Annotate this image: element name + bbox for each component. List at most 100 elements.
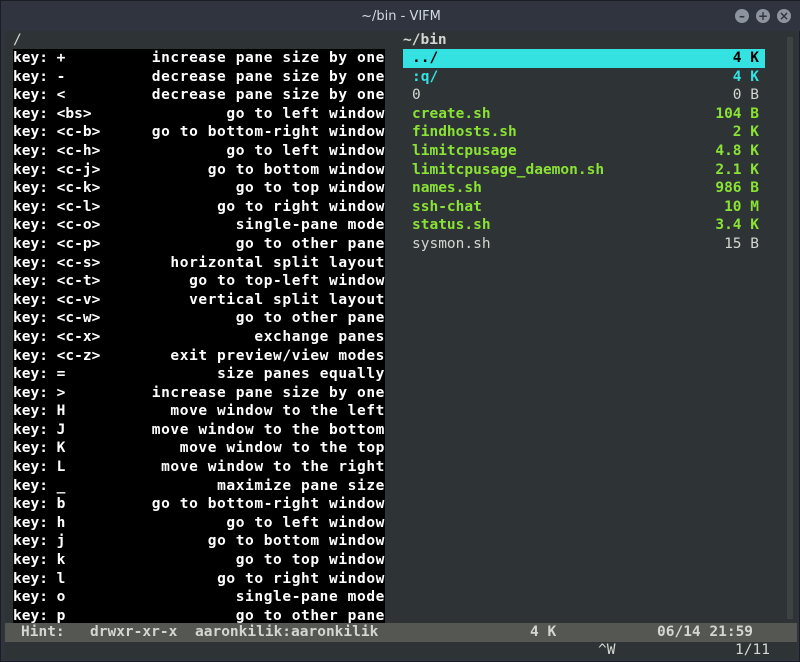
help-description: go to left window xyxy=(226,514,385,531)
help-description: exchange panes xyxy=(254,328,385,345)
help-line: key: J move window to the bottom xyxy=(13,421,385,440)
file-size: 4 K xyxy=(732,50,759,66)
help-key: key: = xyxy=(13,366,66,383)
help-key: key: p xyxy=(13,607,66,624)
help-key: key: <c-s> xyxy=(13,254,101,271)
file-size: 3.4 K xyxy=(715,217,759,234)
help-line: key: p go to other pane xyxy=(13,607,385,624)
help-key: key: - xyxy=(13,68,66,85)
help-description: go to top window xyxy=(235,180,385,197)
help-key: key: k xyxy=(13,552,66,569)
scrollbar[interactable] xyxy=(787,37,793,619)
help-line: key: <c-j> go to bottom window xyxy=(13,161,385,180)
file-size: 2 K xyxy=(732,124,759,141)
help-key: key: H xyxy=(13,403,66,420)
file-name: findhosts.sh xyxy=(412,124,517,141)
help-line: key: K move window to the top xyxy=(13,439,385,458)
help-description: maximize pane size xyxy=(217,477,385,494)
help-description: go to left window xyxy=(226,105,385,122)
file-size: 986 B xyxy=(715,180,759,197)
help-description: single-pane mode xyxy=(235,589,385,606)
help-line: key: <c-b> go to bottom-right window xyxy=(13,123,385,142)
help-key: key: <c-o> xyxy=(13,217,101,234)
file-name: sysmon.sh xyxy=(412,235,491,252)
help-description: exit preview/view modes xyxy=(170,347,385,364)
help-key: key: <c-t> xyxy=(13,273,101,290)
help-key: key: l xyxy=(13,570,66,587)
file-row[interactable]: limitcpusage 4.8 K xyxy=(403,142,765,161)
minimize-button[interactable]: – xyxy=(735,9,749,23)
help-key: key: <bs> xyxy=(13,105,92,122)
help-key: key: o xyxy=(13,589,66,606)
file-size: 4 K xyxy=(732,68,759,85)
help-line: key: k go to top window xyxy=(13,551,385,570)
close-button[interactable]: × xyxy=(777,9,791,23)
help-key: key: b xyxy=(13,496,66,513)
status-hint: Hint: xyxy=(21,624,65,640)
right-pane-path: ~/bin xyxy=(403,32,447,48)
command-line[interactable]: ^W 1/11 xyxy=(5,641,797,659)
maximize-button[interactable]: + xyxy=(756,9,770,23)
status-bar: Hint: drwxr-xr-x aaronkilik:aaronkilik 4… xyxy=(5,623,797,642)
file-name: :q/ xyxy=(412,68,439,85)
help-line: key: > increase pane size by one xyxy=(13,384,385,403)
help-description: horizontal split layout xyxy=(170,254,385,271)
file-name: names.sh xyxy=(412,180,482,197)
help-key: key: L xyxy=(13,459,66,476)
help-line: key: <c-p> go to other pane xyxy=(13,235,385,254)
status-datetime: 06/14 21:59 xyxy=(657,624,754,640)
pending-keys: ^W xyxy=(598,642,616,658)
status-owner: aaronkilik:aaronkilik xyxy=(195,624,379,640)
help-key: key: <c-k> xyxy=(13,180,101,197)
help-key: key: <c-p> xyxy=(13,235,101,252)
help-line: key: h go to left window xyxy=(13,514,385,533)
file-name: limitcpusage_daemon.sh xyxy=(412,161,605,178)
help-description: go to bottom window xyxy=(207,533,385,550)
help-description: go to other pane xyxy=(235,607,385,624)
file-name: limitcpusage xyxy=(412,142,517,159)
file-row[interactable]: sysmon.sh 15 B xyxy=(403,235,765,254)
file-row-selected[interactable]: ../ 4 K xyxy=(403,49,765,68)
file-row[interactable]: 0 0 B xyxy=(403,86,765,105)
help-key: key: <c-v> xyxy=(13,291,101,308)
help-key: key: <c-h> xyxy=(13,142,101,159)
left-pane-help-view[interactable]: key: + increase pane size by one key: - dec… xyxy=(13,49,385,624)
file-row[interactable]: limitcpusage_daemon.sh 2.1 K xyxy=(403,161,765,180)
file-position: 1/11 xyxy=(735,642,770,658)
help-key: key: h xyxy=(13,514,66,531)
help-description: go to other pane xyxy=(235,235,385,252)
help-description: move window to the top xyxy=(179,440,385,457)
help-line: key: <c-k> go to top window xyxy=(13,179,385,198)
file-row[interactable]: ssh-chat 10 M xyxy=(403,198,765,217)
help-line: key: <c-l> go to right window xyxy=(13,198,385,217)
file-size: 4.8 K xyxy=(715,142,759,159)
help-key: key: <c-w> xyxy=(13,310,101,327)
title-bar: ~/bin - VIFM – + × xyxy=(1,1,800,31)
help-description: decrease pane size by one xyxy=(151,87,385,104)
help-description: increase pane size by one xyxy=(151,384,385,401)
help-line: key: l go to right window xyxy=(13,570,385,589)
file-row[interactable]: create.sh 104 B xyxy=(403,105,765,124)
help-line: key: o single-pane mode xyxy=(13,588,385,607)
file-size: 2.1 K xyxy=(715,161,759,178)
help-description: go to top-left window xyxy=(189,273,385,290)
file-row[interactable]: names.sh 986 B xyxy=(403,179,765,198)
status-size: 4 K xyxy=(530,624,557,640)
help-line: key: <c-z> exit preview/view modes xyxy=(13,347,385,366)
right-pane-file-list[interactable]: ../4 K:q/4 K00 Bcreate.sh 104 Bfindhosts.… xyxy=(403,49,765,624)
help-key: key: _ xyxy=(13,477,66,494)
file-name: status.sh xyxy=(412,217,491,234)
file-row[interactable]: status.sh 3.4 K xyxy=(403,216,765,235)
window-title: ~/bin - VIFM xyxy=(361,8,441,24)
help-key: key: < xyxy=(13,87,66,104)
help-description: go to other pane xyxy=(235,310,385,327)
help-line: key: j go to bottom window xyxy=(13,532,385,551)
help-line: key: b go to bottom-right window xyxy=(13,495,385,514)
help-key: key: K xyxy=(13,440,66,457)
help-line: key: <c-o> single-pane mode xyxy=(13,216,385,235)
help-description: go to right window xyxy=(217,198,385,215)
file-row[interactable]: :q/4 K xyxy=(403,68,765,87)
file-row[interactable]: findhosts.sh 2 K xyxy=(403,123,765,142)
help-line: key: - decrease pane size by one xyxy=(13,68,385,87)
status-permissions: drwxr-xr-x xyxy=(90,624,178,640)
